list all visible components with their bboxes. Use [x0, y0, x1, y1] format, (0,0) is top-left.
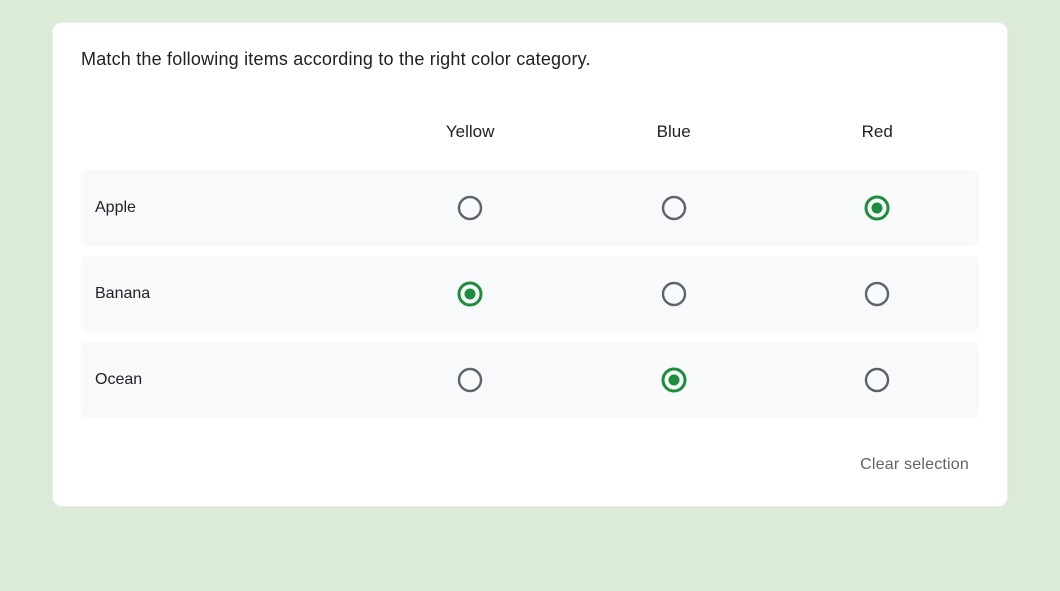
radio-selected-icon[interactable]	[457, 281, 483, 307]
grid-row: Banana	[81, 256, 979, 332]
column-header: Yellow	[368, 110, 572, 160]
radio-selected-icon[interactable]	[864, 195, 890, 221]
radio-icon[interactable]	[661, 195, 687, 221]
match-grid: Yellow Blue Red Apple Banana Ocean	[81, 100, 979, 428]
row-label: Apple	[81, 170, 368, 246]
row-label: Ocean	[81, 342, 368, 418]
question-card: Match the following items according to t…	[52, 22, 1008, 507]
grid-row: Apple	[81, 170, 979, 246]
radio-selected-icon[interactable]	[661, 367, 687, 393]
radio-icon[interactable]	[457, 367, 483, 393]
row-label: Banana	[81, 256, 368, 332]
grid-row: Ocean	[81, 342, 979, 418]
radio-icon[interactable]	[457, 195, 483, 221]
radio-icon[interactable]	[661, 281, 687, 307]
column-header: Blue	[572, 110, 776, 160]
radio-icon[interactable]	[864, 281, 890, 307]
radio-icon[interactable]	[864, 367, 890, 393]
column-header: Red	[775, 110, 979, 160]
clear-selection-button[interactable]: Clear selection	[850, 450, 979, 480]
question-text: Match the following items according to t…	[81, 49, 979, 70]
